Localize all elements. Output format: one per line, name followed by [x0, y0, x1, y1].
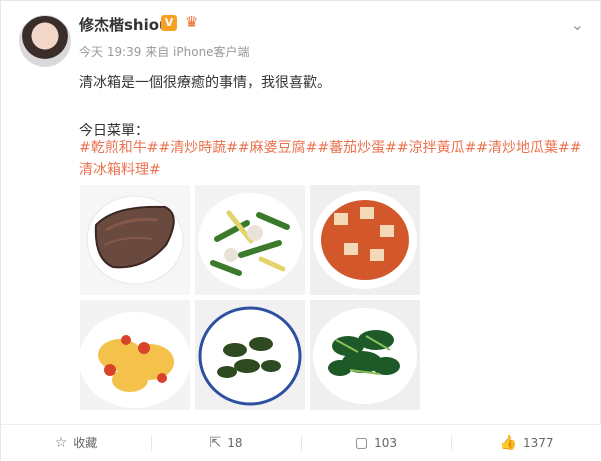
weibo-post-card: 修杰楷shiou V ♛ ⌄ 今天 19:39 来自 iPhone客户端 清冰箱… [0, 0, 601, 461]
post-tags[interactable]: #乾煎和牛##清炒時蔬##麻婆豆腐##蕃茄炒蛋##涼拌黃瓜##清炒地瓜葉##清冰… [79, 137, 589, 181]
image-seared-wagyu-steak[interactable] [80, 185, 190, 295]
image-cucumber-svg [195, 300, 305, 410]
comment-button[interactable]: ▢ 103 [301, 425, 451, 461]
image-greens-svg [310, 300, 420, 410]
favorite-label: 收藏 [73, 436, 98, 450]
repost-icon: ⇱ [209, 435, 222, 451]
post-source: 来自 iPhone客户端 [145, 45, 250, 59]
image-grid [80, 185, 420, 415]
image-stir-fried-sweet-potato-leaves[interactable] [310, 300, 420, 410]
image-veg-svg [195, 185, 305, 295]
image-stir-fried-vegetables[interactable] [195, 185, 305, 295]
verified-badge: V [161, 15, 177, 31]
repost-count: 18 [227, 436, 243, 450]
image-mapo-tofu[interactable] [310, 185, 420, 295]
image-egg-svg [80, 300, 190, 410]
like-count: 1377 [522, 436, 554, 450]
favorite-button[interactable]: ☆ 收藏 [1, 425, 151, 461]
image-tomato-scrambled-egg[interactable] [80, 300, 190, 410]
like-icon: 👍 [499, 435, 517, 451]
crown-icon: ♛ [185, 13, 199, 31]
post-time[interactable]: 今天 19:39 [79, 45, 141, 59]
image-steak-svg [80, 185, 190, 295]
comment-count: 103 [374, 436, 398, 450]
like-button[interactable]: 👍 1377 [451, 425, 601, 461]
chevron-down-icon[interactable]: ⌄ [571, 15, 584, 34]
username[interactable]: 修杰楷shiou [79, 14, 170, 35]
image-tofu-svg [310, 185, 420, 295]
action-bar: ☆ 收藏 ⇱ 18 ▢ 103 👍 1377 [1, 424, 601, 461]
star-icon: ☆ [54, 435, 68, 451]
avatar[interactable] [19, 15, 71, 67]
comment-icon: ▢ [354, 435, 369, 451]
image-cucumber-salad[interactable] [195, 300, 305, 410]
repost-button[interactable]: ⇱ 18 [151, 425, 301, 461]
post-meta: 今天 19:39 来自 iPhone客户端 [79, 43, 250, 60]
post-text-line-1: 清冰箱是一個很療癒的事情，我很喜歡。 [79, 75, 331, 91]
